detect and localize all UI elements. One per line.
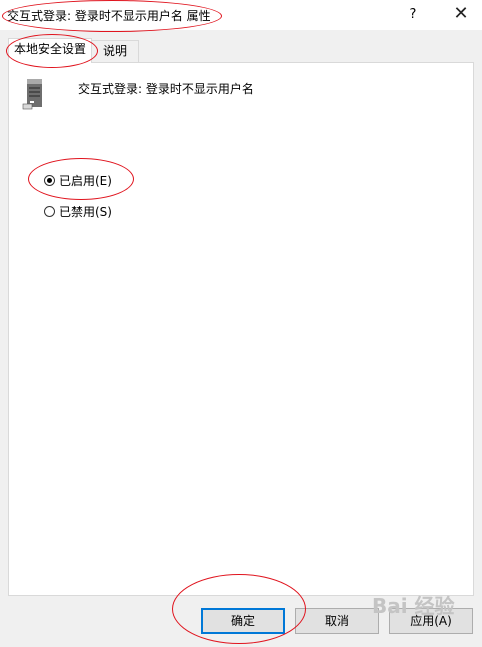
radio-disabled-label[interactable]: 已禁用(S): [59, 203, 112, 220]
help-button[interactable]: ?: [398, 0, 428, 30]
radio-button-checked[interactable]: [44, 174, 55, 186]
title-bar: 交互式登录: 登录时不显示用户名 属性 ? ✕: [0, 0, 482, 30]
tab-explain[interactable]: 说明: [91, 40, 139, 63]
tab-local-security-setting[interactable]: 本地安全设置: [8, 38, 92, 63]
radio-button-unchecked[interactable]: [44, 205, 55, 217]
server-icon: [22, 79, 42, 110]
cancel-button[interactable]: 取消: [295, 608, 379, 634]
policy-title: 交互式登录: 登录时不显示用户名: [78, 82, 254, 96]
radio-disabled[interactable]: 已禁用(S): [44, 203, 112, 219]
window-title: 交互式登录: 登录时不显示用户名 属性: [7, 9, 211, 23]
tab-panel: [8, 62, 474, 596]
ok-button[interactable]: 确定: [201, 608, 285, 634]
close-button[interactable]: ✕: [446, 0, 476, 30]
radio-enabled[interactable]: 已启用(E): [44, 172, 112, 188]
radio-enabled-label[interactable]: 已启用(E): [59, 172, 112, 189]
watermark: Bai 经验: [372, 594, 455, 618]
